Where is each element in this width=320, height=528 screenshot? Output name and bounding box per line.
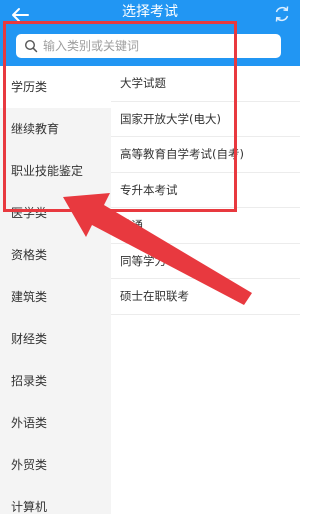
exam-item-3[interactable]: 专升本考试 (111, 173, 300, 208)
sidebar-item-1[interactable]: 继续教育 (0, 108, 111, 150)
exam-item-5[interactable]: 同等学力申硕 (111, 244, 300, 279)
exam-item-2[interactable]: 高等教育自学考试(自考) (111, 137, 300, 173)
refresh-icon (275, 6, 289, 22)
sidebar-item-8[interactable]: 外语类 (0, 402, 111, 444)
sidebar-item-6[interactable]: 财经类 (0, 318, 111, 360)
refresh-button[interactable] (272, 4, 292, 24)
search-input[interactable] (43, 34, 273, 58)
exam-item-6[interactable]: 硕士在职联考 (111, 279, 300, 315)
sidebar-item-3[interactable]: 医学类 (0, 192, 111, 234)
sidebar-item-4[interactable]: 资格类 (0, 234, 111, 276)
sidebar-item-5[interactable]: 建筑类 (0, 276, 111, 318)
category-sidebar: 学历类 继续教育 职业技能鉴定 医学类 资格类 建筑类 财经类 招录类 外语类 外贸类 计算机 (0, 66, 111, 514)
sidebar-item-9[interactable]: 外贸类 (0, 444, 111, 486)
sidebar-item-2[interactable]: 职业技能鉴定 (0, 150, 111, 192)
sidebar-item-7[interactable]: 招录类 (0, 360, 111, 402)
search-bar[interactable] (16, 34, 281, 58)
app-header: 选择考试 (0, 0, 300, 66)
exam-item-4[interactable]: 普通 (111, 208, 300, 244)
exam-list: 大学试题 国家开放大学(电大) 高等教育自学考试(自考) 专升本考试 普通 同等学力申硕硕… (111, 66, 300, 514)
sidebar-item-10[interactable]: 计算机 (0, 486, 111, 528)
exam-item-0[interactable]: 大学试题 (111, 66, 300, 102)
search-icon (24, 39, 38, 53)
exam-item-1[interactable]: 国家开放大学(电大) (111, 102, 300, 137)
page-title: 选择考试 (122, 4, 178, 20)
sidebar-item-0[interactable]: 学历类 (0, 66, 111, 108)
